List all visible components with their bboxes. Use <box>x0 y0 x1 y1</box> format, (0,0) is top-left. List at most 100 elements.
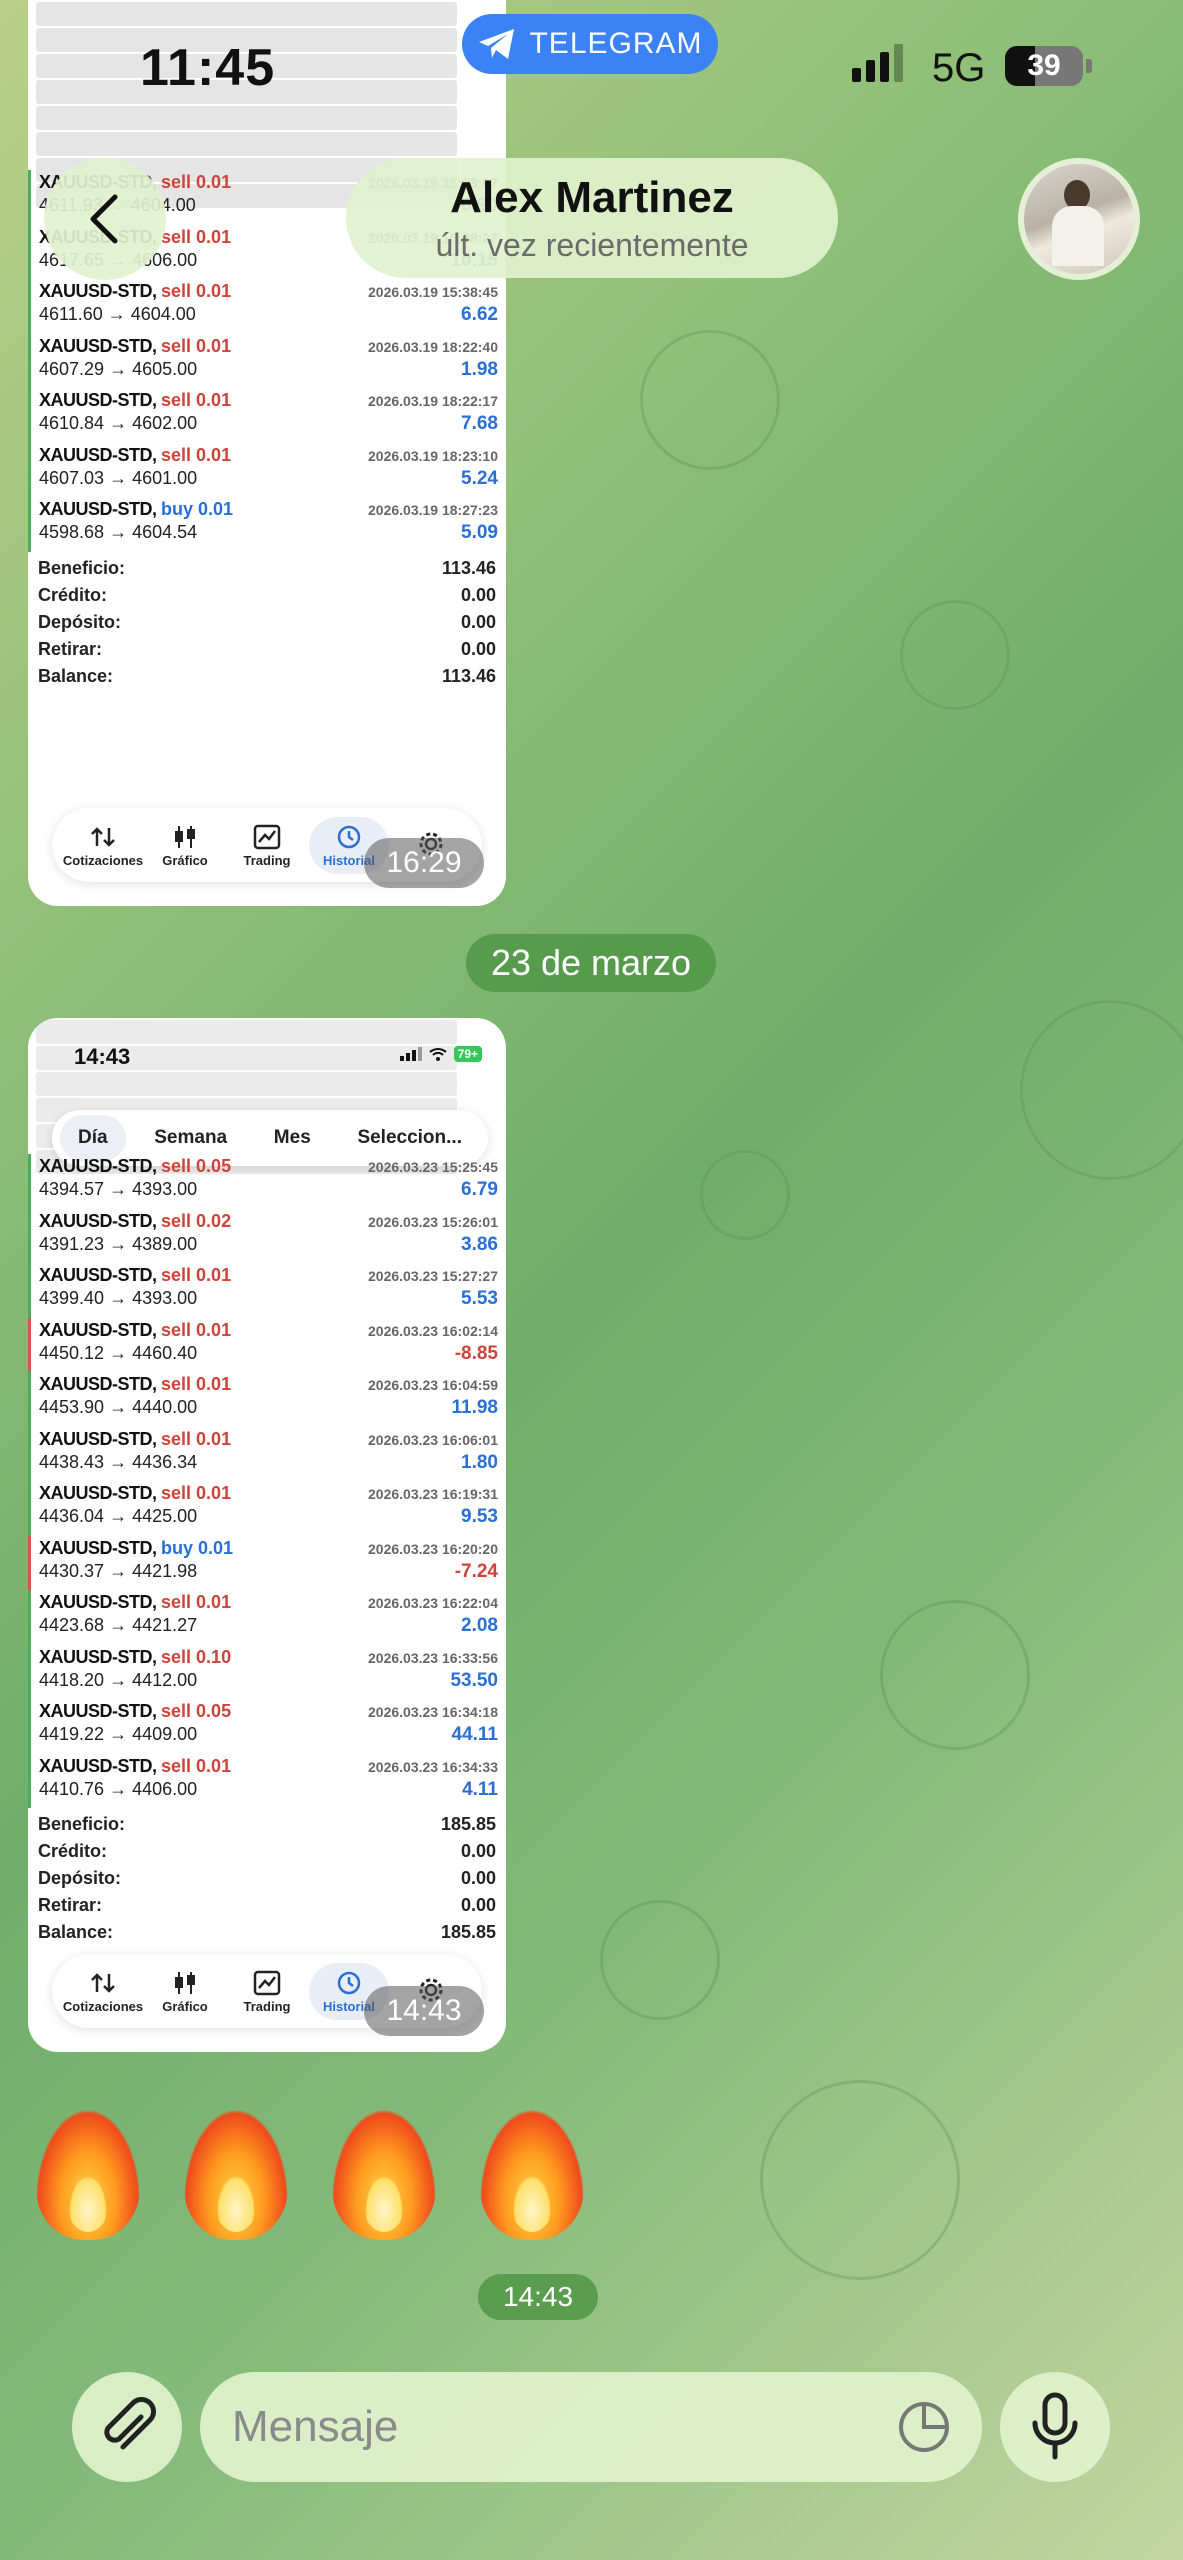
chat-header[interactable]: Alex Martinez últ. vez recientemente <box>346 158 838 278</box>
fire-icon <box>480 2110 584 2240</box>
trade-pnl: 4.11 <box>462 1778 498 1800</box>
trade-symbol: XAUUSD-STD, <box>39 499 162 519</box>
summary-row: Retirar: 0.00 <box>38 1895 496 1922</box>
trade-line-1: XAUUSD-STD, buy 0.01 2026.03.19 18:27:23 <box>39 499 498 520</box>
trade-line-1: XAUUSD-STD, sell 0.10 2026.03.23 16:33:56 <box>39 1647 498 1668</box>
trade-prices: 4399.40 → 4393.00 <box>39 1288 198 1308</box>
trade-prices: 4450.12 → 4460.40 <box>39 1342 198 1363</box>
trade-line-1: XAUUSD-STD, sell 0.01 2026.03.23 16:34:33 <box>39 1756 498 1777</box>
summary-label: Balance: <box>38 665 114 686</box>
trade-side: sell 0.01 <box>161 1592 232 1612</box>
telegram-pill[interactable]: TELEGRAM <box>462 14 718 74</box>
signal-icon <box>399 1047 422 1061</box>
trade-symbol-group: XAUUSD-STD, buy 0.01 <box>39 1538 233 1559</box>
emoji-message[interactable] <box>36 2110 584 2240</box>
history-clock-icon <box>335 823 363 851</box>
trade-row: XAUUSD-STD, sell 0.01 2026.03.23 16:22:04… <box>28 1590 506 1645</box>
trade-side: sell 0.01 <box>161 281 232 301</box>
tab-trading[interactable]: Trading <box>227 823 307 868</box>
trade-datetime: 2026.03.23 16:34:18 <box>368 1704 498 1720</box>
tab-quotes[interactable]: Cotizaciones <box>63 1969 143 2014</box>
contact-status: últ. vez recientemente <box>435 226 749 263</box>
trade-line-1: XAUUSD-STD, sell 0.01 2026.03.23 16:04:59 <box>39 1374 498 1395</box>
trade-side: buy 0.01 <box>161 499 234 519</box>
trade-symbol-group: XAUUSD-STD, sell 0.01 <box>39 1756 231 1777</box>
trade-row: XAUUSD-STD, sell 0.01 2026.03.19 18:23:10… <box>28 442 506 497</box>
trade-row: XAUUSD-STD, sell 0.01 2026.03.23 15:27:27… <box>28 1263 506 1318</box>
trade-pnl: 5.53 <box>461 1288 498 1309</box>
account-summary: Beneficio: 113.46 Crédito: 0.00 Depósito: 0.0… <box>28 552 506 693</box>
trade-side: sell 0.01 <box>161 1265 232 1285</box>
avatar-photo <box>1024 164 1134 274</box>
trade-pnl: 7.68 <box>461 413 498 434</box>
summary-value: 113.46 <box>441 665 496 686</box>
trade-prices: 4611.60 → 4604.00 <box>39 304 196 324</box>
trade-prices: 4391.23 → 4389.00 <box>39 1233 198 1254</box>
trade-datetime: 2026.03.23 15:27:27 <box>368 1268 498 1284</box>
trade-symbol: XAUUSD-STD, <box>39 335 162 356</box>
trade-pnl: 2.08 <box>461 1615 498 1636</box>
summary-label: Beneficio: <box>38 557 126 578</box>
trade-pnl: 5.09 <box>461 522 498 543</box>
trade-prices: 4394.57 → 4393.00 <box>39 1179 198 1199</box>
message-input[interactable]: Mensaje <box>200 2372 982 2482</box>
trade-line-2: 4450.12 → 4460.40 -8.85 <box>39 1343 498 1365</box>
trade-prices: 4453.90 → 4440.00 <box>39 1397 198 1417</box>
trade-prices: 4607.03 → 4601.00 <box>39 467 198 488</box>
trade-datetime: 2026.03.23 16:02:14 <box>368 1322 498 1339</box>
trade-symbol: XAUUSD-STD, <box>39 1156 162 1176</box>
back-button[interactable] <box>44 158 166 280</box>
trade-datetime: 2026.03.23 16:34:33 <box>368 1758 498 1775</box>
trade-line-1: XAUUSD-STD, sell 0.05 2026.03.23 15:25:45 <box>39 1156 498 1177</box>
trade-list: XAUUSD-STD, sell 0.05 2026.03.23 15:25:45… <box>28 1154 506 1808</box>
trade-line-2: 4391.23 → 4389.00 3.86 <box>39 1234 498 1256</box>
photo-message-1[interactable]: XAUUSD-STD, sell 0.012026.03.19 15:38:07… <box>28 0 506 906</box>
trade-line-2: 4436.04 → 4425.00 9.53 <box>39 1506 498 1528</box>
trade-line-2: 4418.20 → 4412.00 53.50 <box>39 1670 498 1692</box>
summary-value: 0.00 <box>460 1841 496 1861</box>
summary-row: Depósito: 0.00 <box>38 612 496 639</box>
tab-trading[interactable]: Trading <box>227 1969 307 2014</box>
summary-row: Beneficio: 185.85 <box>38 1814 496 1841</box>
trade-pnl: 9.53 <box>461 1506 498 1527</box>
trade-line-1: XAUUSD-STD, sell 0.01 2026.03.19 18:22:40 <box>39 336 498 357</box>
trade-symbol: XAUUSD-STD, <box>39 444 162 465</box>
trade-symbol: XAUUSD-STD, <box>39 1483 162 1503</box>
trade-line-1: XAUUSD-STD, sell 0.05 2026.03.23 16:34:18 <box>39 1701 498 1722</box>
trade-symbol: XAUUSD-STD, <box>39 1592 162 1612</box>
trade-prices: 4607.29 → 4605.00 <box>39 358 198 379</box>
signal-icon <box>852 44 903 82</box>
trade-line-1: XAUUSD-STD, sell 0.01 2026.03.19 18:23:10 <box>39 445 498 466</box>
summary-row: Beneficio: 113.46 <box>38 558 496 585</box>
voice-record-button[interactable] <box>1000 2372 1110 2482</box>
trade-line-1: XAUUSD-STD, sell 0.02 2026.03.23 15:26:01 <box>39 1211 498 1232</box>
attach-button[interactable] <box>72 2372 182 2482</box>
candlestick-icon <box>171 823 199 851</box>
wifi-icon <box>428 1048 447 1061</box>
trade-symbol-group: XAUUSD-STD, sell 0.02 <box>39 1211 231 1232</box>
trade-datetime: 2026.03.19 18:22:40 <box>368 338 498 355</box>
trade-pnl: 3.86 <box>461 1233 498 1255</box>
trade-datetime: 2026.03.23 16:22:04 <box>368 1595 498 1611</box>
battery-icon: 39 <box>1005 46 1083 86</box>
summary-row: Crédito: 0.00 <box>38 1841 496 1868</box>
trade-line-1: XAUUSD-STD, sell 0.01 2026.03.23 15:27:27 <box>39 1265 498 1286</box>
trade-line-2: 4598.68 → 4604.54 5.09 <box>39 522 498 544</box>
avatar[interactable] <box>1018 158 1140 280</box>
tab-chart[interactable]: Gráfico <box>145 823 225 868</box>
trade-line-2: 4607.29 → 4605.00 1.98 <box>39 359 498 381</box>
inner-status-bar: 14:43 79+ <box>28 1018 506 1084</box>
sticker-icon[interactable] <box>896 2399 952 2455</box>
summary-value: 0.00 <box>460 638 496 659</box>
trade-prices: 4438.43 → 4436.34 <box>39 1451 198 1472</box>
tab-quotes[interactable]: Cotizaciones <box>63 823 143 868</box>
photo-message-2[interactable]: 14:43 79+ Día Semana Mes Seleccion... XA… <box>28 1018 506 2052</box>
trade-row: XAUUSD-STD, sell 0.01 2026.03.19 18:22:17… <box>28 388 506 443</box>
summary-label: Balance: <box>38 1922 114 1942</box>
trade-prices: 4423.68 → 4421.27 <box>39 1615 198 1635</box>
tab-chart[interactable]: Gráfico <box>145 1969 225 2014</box>
fire-icon <box>36 2110 140 2240</box>
trade-symbol-group: XAUUSD-STD, buy 0.01 <box>39 499 233 520</box>
trade-datetime: 2026.03.23 15:25:45 <box>368 1159 498 1175</box>
trade-side: sell 0.10 <box>161 1646 232 1667</box>
